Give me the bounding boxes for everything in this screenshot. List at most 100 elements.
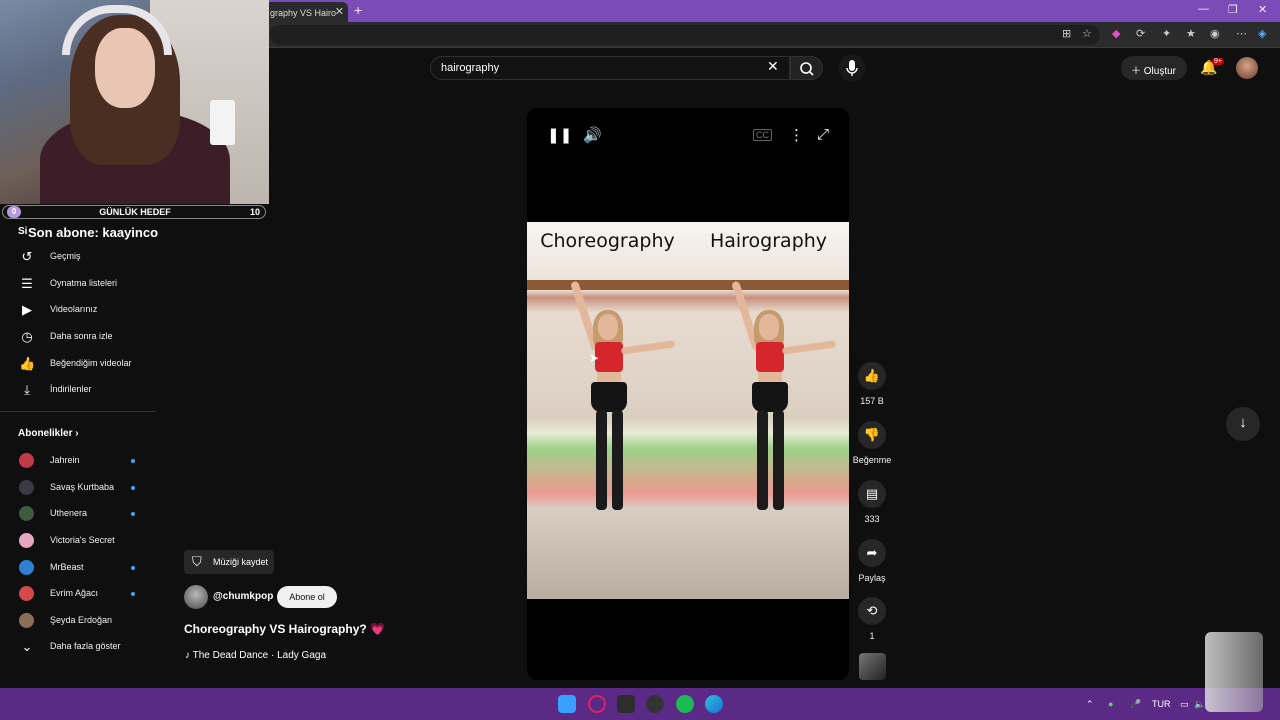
edge-icon[interactable] bbox=[705, 695, 723, 713]
more-options-icon[interactable]: ⋮ bbox=[789, 126, 804, 144]
avatar bbox=[19, 533, 34, 548]
remix-button[interactable]: ⟲ bbox=[858, 597, 886, 625]
close-window-icon[interactable]: ✕ bbox=[1258, 3, 1267, 16]
search-icon bbox=[800, 62, 814, 76]
sound-thumbnail[interactable] bbox=[859, 653, 886, 680]
show-more-button[interactable]: ⌄ Daha fazla göster bbox=[0, 635, 160, 661]
create-button[interactable]: ＋ Oluştur bbox=[1121, 56, 1187, 80]
save-music-button[interactable]: ⛉ Müziği kaydet bbox=[184, 550, 274, 574]
short-title: Choreography VS Hairography? 💗 bbox=[184, 622, 385, 636]
sidebar-item-subscription[interactable]: Uthenera bbox=[0, 501, 160, 527]
webcam-overlay bbox=[0, 0, 269, 204]
sidebar-item-subscription[interactable]: Şeyda Erdoğan bbox=[0, 608, 160, 634]
video-frame[interactable]: Choreography Hairography bbox=[527, 222, 849, 599]
extensions-puzzle-icon[interactable]: ✦ bbox=[1162, 27, 1171, 40]
subscriptions-header[interactable]: Abonelikler › bbox=[18, 428, 79, 439]
avatar bbox=[19, 560, 34, 575]
bookmark-icon: ⛉ bbox=[192, 554, 202, 569]
more-menu-icon[interactable]: ⋯ bbox=[1236, 27, 1247, 40]
favorite-star-icon[interactable]: ☆ bbox=[1082, 27, 1092, 40]
share-icon: ➦ bbox=[866, 545, 878, 560]
sidebar-item-subscription[interactable]: MrBeast bbox=[0, 555, 160, 581]
copilot-icon[interactable]: ◈ bbox=[1258, 27, 1266, 40]
caption-hairography: Hairography bbox=[709, 230, 828, 252]
opera-icon[interactable] bbox=[588, 695, 606, 713]
captions-icon[interactable]: CC bbox=[753, 129, 772, 141]
comments-button[interactable]: ▤ bbox=[858, 480, 886, 508]
obs-icon[interactable] bbox=[646, 695, 664, 713]
sidebar-item-subscription[interactable]: Victoria's Secret bbox=[0, 528, 160, 554]
volume-icon[interactable]: 🔊 bbox=[583, 126, 602, 144]
tab-title: graphy VS Hairo bbox=[270, 8, 337, 18]
windows-start-icon[interactable] bbox=[558, 695, 576, 713]
profile-icon[interactable]: ◉ bbox=[1210, 27, 1220, 40]
clear-search-icon[interactable]: ✕ bbox=[767, 58, 779, 75]
like-count: 157 B bbox=[860, 396, 884, 406]
arrow-down-icon: ↓ bbox=[1239, 414, 1247, 431]
share-label: Paylaş bbox=[858, 573, 886, 583]
mic-tray-icon[interactable]: 🎤 bbox=[1130, 699, 1141, 710]
goal-end: 10 bbox=[249, 207, 260, 217]
sidebar-item-label: Beğendiğim videolar bbox=[50, 358, 132, 368]
dislike-label: Beğenme bbox=[852, 455, 892, 465]
subscribe-button[interactable]: Abone ol bbox=[277, 586, 337, 608]
apps-icon[interactable]: ⊞ bbox=[1062, 27, 1071, 40]
comment-count: 333 bbox=[864, 514, 880, 524]
your-videos-icon: ▶ bbox=[22, 302, 32, 317]
create-label: Oluştur bbox=[1143, 66, 1177, 77]
remix-count: 1 bbox=[869, 631, 875, 641]
share-button[interactable]: ➦ bbox=[858, 539, 886, 567]
sidebar-item-liked-videos[interactable]: 👍 Beğendiğim videolar bbox=[0, 352, 160, 378]
barre bbox=[527, 280, 688, 290]
language-indicator[interactable]: TUR bbox=[1152, 699, 1171, 709]
volume-tray-icon[interactable]: 🔈 bbox=[1194, 699, 1205, 710]
fullscreen-icon[interactable]: ⤢ bbox=[817, 126, 829, 143]
search-input[interactable]: hairography bbox=[430, 56, 790, 80]
channel-name[interactable]: @chumkpop bbox=[213, 591, 273, 602]
channel-avatar[interactable] bbox=[184, 585, 208, 609]
url-field[interactable] bbox=[270, 25, 1100, 45]
spotify-icon[interactable] bbox=[676, 695, 694, 713]
music-link[interactable]: ♪ The Dead Dance · Lady Gaga bbox=[185, 650, 326, 661]
history-icon: ↺ bbox=[21, 249, 33, 264]
minimize-icon[interactable]: — bbox=[1198, 3, 1209, 15]
dancer-skirt bbox=[591, 382, 627, 412]
sidebar-item-history[interactable]: ↺ Geçmiş bbox=[0, 245, 160, 271]
favorites-icon[interactable]: ★ bbox=[1186, 27, 1196, 40]
network-icon[interactable]: ▭ bbox=[1180, 699, 1189, 710]
refresh-icon[interactable]: ⟳ bbox=[1136, 27, 1145, 40]
thumbs-down-icon: 👎 bbox=[863, 427, 881, 442]
sidebar-item-subscription[interactable]: Savaş Kurtbaba bbox=[0, 475, 160, 501]
playlist-icon: ☰ bbox=[21, 276, 33, 291]
next-short-button[interactable]: ↓ bbox=[1226, 407, 1260, 441]
sidebar-item-your-videos[interactable]: ▶ Videolarınız bbox=[0, 298, 160, 324]
dancer-leg bbox=[757, 410, 768, 510]
tray-app-icon[interactable]: ● bbox=[1108, 699, 1113, 709]
terminal-icon[interactable] bbox=[617, 695, 635, 713]
sidebar-item-subscription[interactable]: Evrim Ağacı bbox=[0, 581, 160, 607]
liked-icon: 👍 bbox=[19, 356, 36, 371]
video-left-half: Choreography bbox=[527, 222, 688, 599]
extension-icon[interactable]: ◆ bbox=[1112, 27, 1120, 40]
like-button[interactable]: 👍 bbox=[858, 362, 886, 390]
shorts-player[interactable]: ❚❚ 🔊 CC ⋮ ⤢ Choreography Hairography bbox=[527, 108, 849, 680]
maximize-icon[interactable]: ❐ bbox=[1228, 3, 1238, 16]
sidebar-item-downloads[interactable]: ⤓ İndirilenler bbox=[0, 378, 160, 404]
sidebar-item-watch-later[interactable]: ◷ Daha sonra izle bbox=[0, 325, 160, 351]
search-button[interactable] bbox=[790, 56, 823, 80]
pause-icon[interactable]: ❚❚ bbox=[547, 126, 572, 144]
subscription-label: Şeyda Erdoğan bbox=[50, 615, 113, 625]
sidebar-item-subscription[interactable]: Jahrein bbox=[0, 448, 160, 474]
voice-search-button[interactable] bbox=[838, 54, 866, 82]
show-more-label: Daha fazla göster bbox=[50, 641, 121, 651]
avatar[interactable] bbox=[1236, 57, 1258, 79]
avatar bbox=[19, 453, 34, 468]
browser-tab[interactable]: graphy VS Hairo ✕ bbox=[262, 2, 348, 22]
sidebar-item-playlists[interactable]: ☰ Oynatma listeleri bbox=[0, 272, 160, 298]
tray-expand-icon[interactable]: ⌃ bbox=[1086, 699, 1094, 710]
subscription-label: Victoria's Secret bbox=[50, 535, 115, 545]
tab-close-icon[interactable]: ✕ bbox=[335, 5, 344, 18]
new-tab-icon[interactable]: + bbox=[354, 2, 362, 18]
dancer-leg bbox=[773, 410, 784, 510]
dislike-button[interactable]: 👎 bbox=[858, 421, 886, 449]
